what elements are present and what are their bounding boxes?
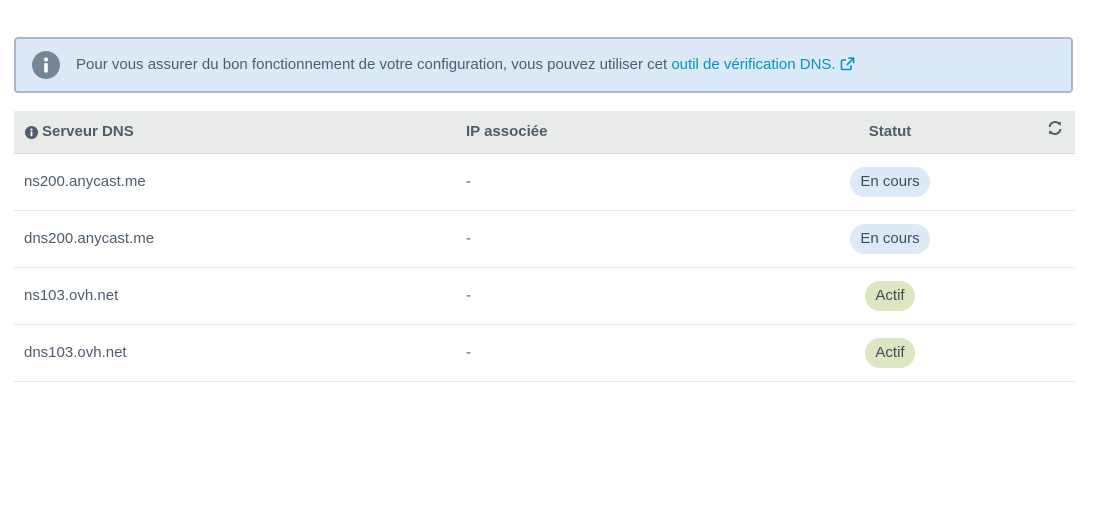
dns-check-tool-link[interactable]: outil de vérification DNS. xyxy=(671,56,854,73)
table-row: dns200.anycast.me - En cours xyxy=(14,211,1075,268)
associated-ip: - xyxy=(466,173,471,190)
external-link-icon xyxy=(840,56,855,75)
status-badge: Actif xyxy=(865,281,915,311)
server-name: ns103.ovh.net xyxy=(24,287,119,304)
refresh-button[interactable] xyxy=(1047,111,1063,153)
dns-servers-page: Pour vous assurer du bon fonctionnement … xyxy=(0,0,1099,519)
banner-message: Pour vous assurer du bon fonctionnement … xyxy=(76,56,855,75)
table-row: ns103.ovh.net - Actif xyxy=(14,268,1075,325)
table-row: ns200.anycast.me - En cours xyxy=(14,154,1075,211)
status-cell: En cours xyxy=(834,154,946,210)
header-server-dns: Serveur DNS xyxy=(25,111,134,153)
info-banner: Pour vous assurer du bon fonctionnement … xyxy=(14,37,1073,93)
header-ip: IP associée xyxy=(466,123,548,140)
server-name: dns200.anycast.me xyxy=(24,230,155,247)
associated-ip: - xyxy=(466,230,471,247)
refresh-icon xyxy=(1047,111,1063,153)
dns-servers-table: Serveur DNS IP associée Statut ns200.any… xyxy=(14,111,1075,382)
associated-ip: - xyxy=(466,287,471,304)
table-header: Serveur DNS IP associée Statut xyxy=(14,111,1075,154)
status-badge: Actif xyxy=(865,338,915,368)
server-name: ns200.anycast.me xyxy=(24,173,146,190)
status-badge: En cours xyxy=(850,167,930,197)
table-row: dns103.ovh.net - Actif xyxy=(14,325,1075,382)
header-server-label: Serveur DNS xyxy=(42,123,134,140)
dns-check-tool-link-label: outil de vérification DNS. xyxy=(671,55,836,73)
status-cell: En cours xyxy=(834,211,946,267)
status-cell: Actif xyxy=(834,325,946,381)
status-cell: Actif xyxy=(834,268,946,324)
info-circle-icon xyxy=(32,51,60,79)
banner-text: Pour vous assurer du bon fonctionnement … xyxy=(76,55,672,73)
info-circle-icon xyxy=(25,125,38,139)
header-status: Statut xyxy=(868,123,912,140)
status-badge: En cours xyxy=(850,224,930,254)
associated-ip: - xyxy=(466,344,471,361)
server-name: dns103.ovh.net xyxy=(24,344,127,361)
